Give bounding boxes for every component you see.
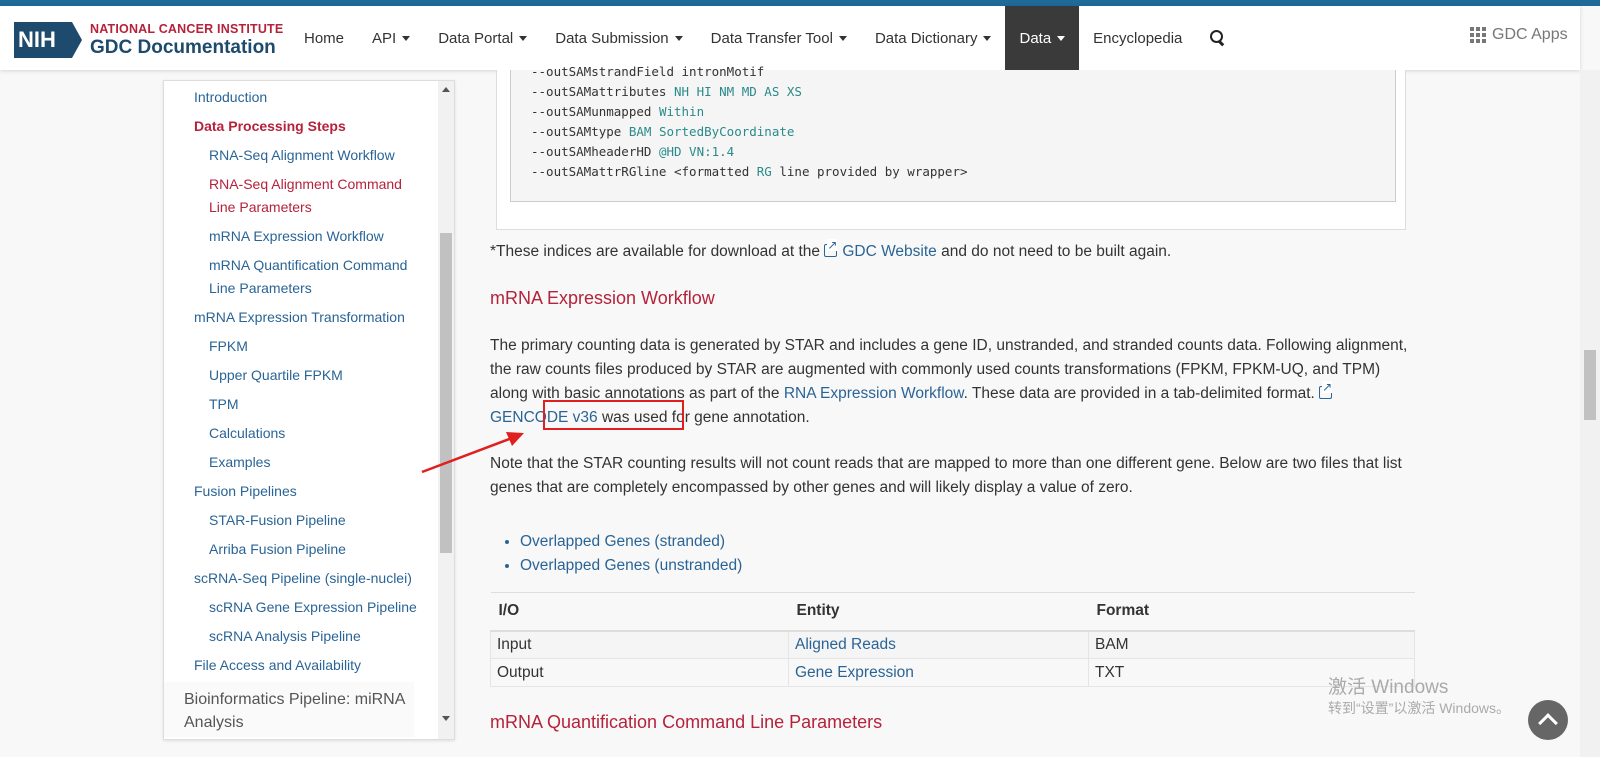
- nih-logo-mark: NIH: [14, 22, 82, 58]
- scroll-up-icon[interactable]: [442, 87, 450, 92]
- nav-label: Data Portal: [438, 29, 514, 47]
- code-line: --outSAMheaderHD @HD VN:1.4: [531, 144, 735, 159]
- annotation-highlight-box: [543, 400, 684, 430]
- overlapped-genes-list: Overlapped Genes (stranded) Overlapped G…: [520, 530, 742, 578]
- toc-sidebar: Introduction Data Processing Steps RNA-S…: [163, 80, 455, 740]
- scroll-to-top-button[interactable]: [1528, 700, 1568, 740]
- caret-down-icon: [983, 35, 992, 41]
- column-header: Format: [1088, 592, 1415, 632]
- toc-item[interactable]: Calculations: [164, 419, 454, 448]
- rna-expression-workflow-link[interactable]: RNA Expression Workflow: [784, 385, 964, 402]
- activation-watermark-title: 激活 Windows: [1328, 677, 1449, 698]
- table-row: Output Gene Expression TXT: [490, 658, 1415, 687]
- site-logo[interactable]: NIH NATIONAL CANCER INSTITUTE GDC Docume…: [14, 22, 283, 58]
- nav-label: Data Transfer Tool: [710, 29, 833, 47]
- nav-search[interactable]: [1196, 6, 1240, 70]
- nav-data-dictionary[interactable]: Data Dictionary: [861, 6, 1006, 70]
- toc-item[interactable]: File Access and Availability: [164, 651, 454, 680]
- toc-item[interactable]: mRNA Quantification Command Line Paramet…: [164, 251, 424, 303]
- nav-api[interactable]: API: [358, 6, 424, 70]
- annotation-arrow: [421, 432, 524, 474]
- sidebar-scroll-thumb[interactable]: [440, 233, 452, 553]
- next-section-heading: mRNA Quantification Command Line Paramet…: [490, 712, 883, 732]
- nav-data-transfer-tool[interactable]: Data Transfer Tool: [697, 6, 861, 70]
- toc-item[interactable]: scRNA Gene Expression Pipeline: [164, 593, 454, 622]
- toc-item[interactable]: scRNA-Seq Pipeline (single-nuclei): [164, 564, 454, 593]
- nav-label: Data Dictionary: [874, 29, 978, 47]
- nav-encyclopedia[interactable]: Encyclopedia: [1079, 6, 1196, 70]
- nav-label: API: [372, 29, 397, 47]
- caret-down-icon: [674, 35, 683, 41]
- column-header: Entity: [788, 592, 1089, 632]
- toc-item-current[interactable]: RNA-Seq Alignment Command Line Parameter…: [164, 170, 424, 222]
- caret-down-icon: [1057, 35, 1066, 41]
- toc-item[interactable]: Examples: [164, 448, 454, 477]
- sidebar-scrollbar[interactable]: [438, 81, 454, 739]
- gdc-apps-button[interactable]: GDC Apps: [1470, 26, 1568, 44]
- toc-item[interactable]: Fusion Pipelines: [164, 477, 454, 506]
- caret-down-icon: [838, 35, 847, 41]
- activation-watermark-subtitle: 转到“设置”以激活 Windows。: [1328, 700, 1511, 716]
- table-cell: Input: [490, 630, 789, 659]
- toc-item[interactable]: mRNA Expression Transformation: [164, 303, 454, 332]
- list-item[interactable]: Overlapped Genes (unstranded): [520, 554, 742, 578]
- logo-site-name: GDC Documentation: [90, 36, 276, 58]
- column-header: I/O: [490, 592, 789, 632]
- toc-item[interactable]: FPKM: [164, 332, 454, 361]
- scroll-down-icon[interactable]: [442, 716, 450, 721]
- logo-text: NATIONAL CANCER INSTITUTE GDC Documentat…: [90, 23, 283, 57]
- toc-section[interactable]: Bioinformatics Pipeline: miRNA Analysis: [164, 682, 414, 737]
- table-cell-link[interactable]: Aligned Reads: [788, 630, 1089, 659]
- nav-data[interactable]: Data: [1005, 6, 1080, 70]
- io-table: I/O Entity Format Input Aligned Reads BA…: [490, 592, 1415, 687]
- toc-item[interactable]: STAR-Fusion Pipeline: [164, 506, 454, 535]
- code-container: --outSAMstrandField intronMotif --outSAM…: [496, 64, 1406, 230]
- apps-grid-icon: [1470, 27, 1486, 43]
- page-scroll-thumb[interactable]: [1584, 350, 1596, 420]
- external-link-icon: [824, 239, 838, 257]
- gdc-apps-label: GDC Apps: [1492, 26, 1568, 43]
- nav-data-submission[interactable]: Data Submission: [541, 6, 696, 70]
- table-cell: Output: [490, 658, 789, 687]
- nav-label: Data Submission: [555, 29, 669, 47]
- toc-item[interactable]: RNA-Seq Alignment Workflow: [164, 141, 454, 170]
- page-scrollbar[interactable]: [1580, 70, 1600, 757]
- code-line: --outSAMstrandField intronMotif: [531, 64, 765, 79]
- logo-org-name: NATIONAL CANCER INSTITUTE: [90, 22, 284, 37]
- section-heading: mRNA Expression Workflow: [490, 288, 715, 308]
- toc-item[interactable]: Arriba Fusion Pipeline: [164, 535, 454, 564]
- external-link-icon: [1319, 381, 1333, 399]
- toc-item[interactable]: TPM: [164, 390, 454, 419]
- navbar: NIH NATIONAL CANCER INSTITUTE GDC Docume…: [0, 6, 1580, 70]
- caret-down-icon: [402, 35, 411, 41]
- code-line: --outSAMtype BAM SortedByCoordinate: [531, 124, 795, 139]
- nav-label: Home: [304, 29, 345, 47]
- toc-item[interactable]: scRNA Analysis Pipeline: [164, 622, 454, 651]
- toc-item-active[interactable]: Data Processing Steps: [164, 112, 454, 141]
- main-nav: Home API Data Portal Data Submission Dat…: [290, 6, 1240, 70]
- table-cell-link[interactable]: Gene Expression: [788, 658, 1089, 687]
- nav-label: Encyclopedia: [1093, 29, 1183, 47]
- nav-home[interactable]: Home: [290, 6, 358, 70]
- table-cell: BAM: [1088, 630, 1415, 659]
- nav-data-portal[interactable]: Data Portal: [424, 6, 541, 70]
- code-line: --outSAMattrRGline <formatted RG line pr…: [531, 164, 968, 179]
- search-icon: [1210, 30, 1226, 46]
- toc-item[interactable]: Upper Quartile FPKM: [164, 361, 454, 390]
- code-block: --outSAMstrandField intronMotif --outSAM…: [510, 64, 1396, 202]
- toc-item[interactable]: Introduction: [164, 83, 454, 112]
- gdc-website-link[interactable]: GDC Website: [824, 239, 937, 260]
- table-row: Input Aligned Reads BAM: [490, 630, 1415, 659]
- nav-label: Data: [1019, 29, 1052, 47]
- code-line: --outSAMunmapped Within: [531, 104, 705, 119]
- code-line: --outSAMattributes NH HI NM MD AS XS: [531, 84, 802, 99]
- indices-note: *These indices are available for downloa…: [490, 239, 1415, 264]
- list-item[interactable]: Overlapped Genes (stranded): [520, 530, 742, 554]
- toc-item[interactable]: mRNA Expression Workflow: [164, 222, 454, 251]
- note-paragraph: Note that the STAR counting results will…: [490, 455, 1402, 496]
- caret-down-icon: [519, 35, 528, 41]
